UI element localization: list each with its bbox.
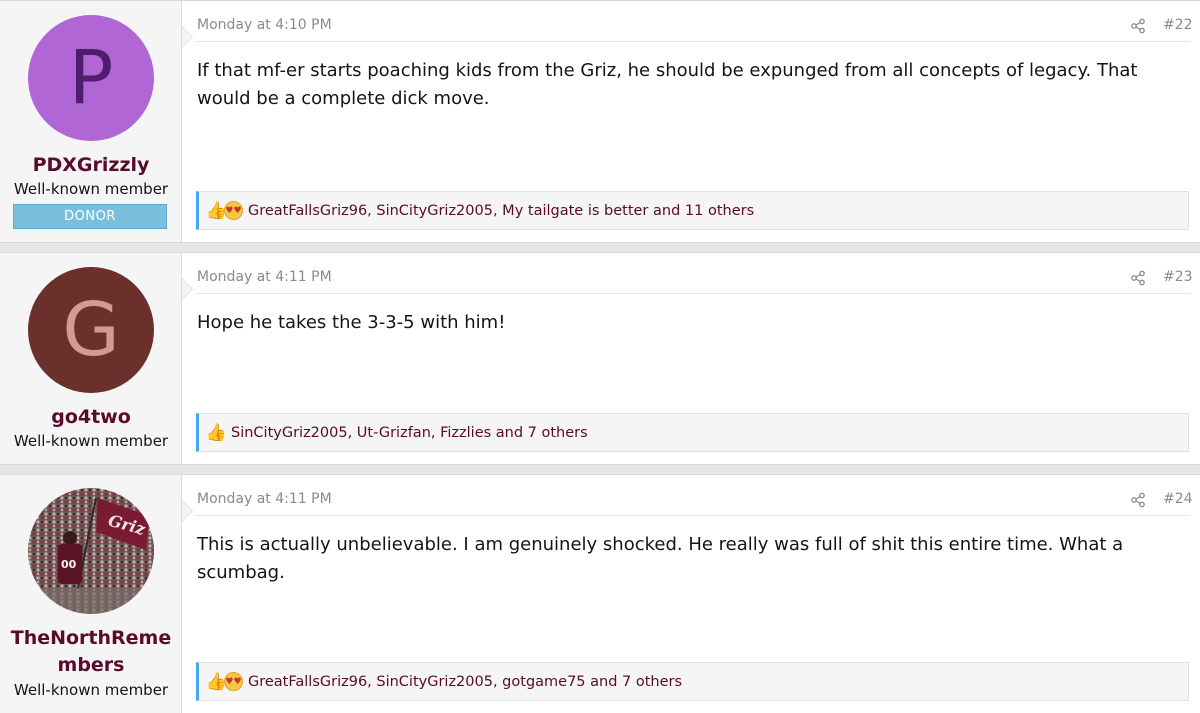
header-divider bbox=[196, 515, 1190, 516]
share-icon[interactable] bbox=[1130, 492, 1146, 508]
avatar[interactable]: P bbox=[28, 15, 154, 141]
reactions-users[interactable]: SinCityGriz2005, Ut-Grizfan, Fizzlies an… bbox=[231, 425, 588, 441]
header-divider bbox=[196, 41, 1190, 42]
user-panel: P PDXGrizzly Well-known member DONOR bbox=[0, 1, 193, 242]
svg-text:00: 00 bbox=[61, 558, 77, 571]
post-24: Griz 00 TheNorthReme mbers Well-known me… bbox=[0, 474, 1200, 713]
post-23: G go4two Well-known member Monday at 4:1… bbox=[0, 252, 1200, 465]
username-line-2[interactable]: mbers bbox=[0, 652, 182, 679]
crowd-flag-image: Griz 00 bbox=[28, 488, 154, 614]
donor-badge: DONOR bbox=[13, 204, 167, 229]
share-icon[interactable] bbox=[1130, 270, 1146, 286]
username-line-1[interactable]: TheNorthReme bbox=[0, 625, 182, 652]
avatar-letter: P bbox=[68, 35, 114, 121]
user-panel: G go4two Well-known member bbox=[0, 253, 193, 464]
post-message: If that mf-er starts poaching kids from … bbox=[197, 60, 1138, 109]
reactions-bar[interactable]: 👍 ♥♥ GreatFallsGriz96, SinCityGriz2005, … bbox=[196, 191, 1189, 230]
avatar-photo[interactable]: Griz 00 bbox=[28, 488, 154, 614]
post-22: P PDXGrizzly Well-known member DONOR Mon… bbox=[0, 0, 1200, 243]
post-number[interactable]: #23 bbox=[1163, 269, 1193, 285]
user-title: Well-known member bbox=[13, 681, 169, 699]
header-divider bbox=[196, 293, 1190, 294]
reactions-bar[interactable]: 👍 SinCityGriz2005, Ut-Grizfan, Fizzlies … bbox=[196, 413, 1189, 452]
post-number[interactable]: #22 bbox=[1163, 17, 1193, 33]
post-date[interactable]: Monday at 4:10 PM bbox=[197, 17, 332, 33]
user-panel: Griz 00 TheNorthReme mbers Well-known me… bbox=[0, 475, 193, 713]
share-icon[interactable] bbox=[1130, 18, 1146, 34]
avatar[interactable]: G bbox=[28, 267, 154, 393]
reactions-users[interactable]: GreatFallsGriz96, SinCityGriz2005, My ta… bbox=[248, 203, 754, 219]
user-title: Well-known member bbox=[13, 180, 169, 198]
post-number[interactable]: #24 bbox=[1163, 491, 1193, 507]
like-icon: 👍 bbox=[205, 422, 228, 443]
reactions-bar[interactable]: 👍 ♥♥ GreatFallsGriz96, SinCityGriz2005, … bbox=[196, 662, 1189, 701]
user-title: Well-known member bbox=[13, 432, 169, 450]
reactions-users[interactable]: GreatFallsGriz96, SinCityGriz2005, gotga… bbox=[248, 674, 682, 690]
love-icon: ♥♥ bbox=[224, 672, 243, 691]
avatar-letter: G bbox=[62, 287, 120, 373]
post-date[interactable]: Monday at 4:11 PM bbox=[197, 491, 332, 507]
username[interactable]: go4two bbox=[0, 404, 182, 431]
post-message: Hope he takes the 3-3-5 with him! bbox=[197, 312, 506, 333]
username[interactable]: PDXGrizzly bbox=[0, 152, 182, 179]
post-date[interactable]: Monday at 4:11 PM bbox=[197, 269, 332, 285]
love-icon: ♥♥ bbox=[224, 201, 243, 220]
post-message: This is actually unbelievable. I am genu… bbox=[197, 534, 1124, 583]
